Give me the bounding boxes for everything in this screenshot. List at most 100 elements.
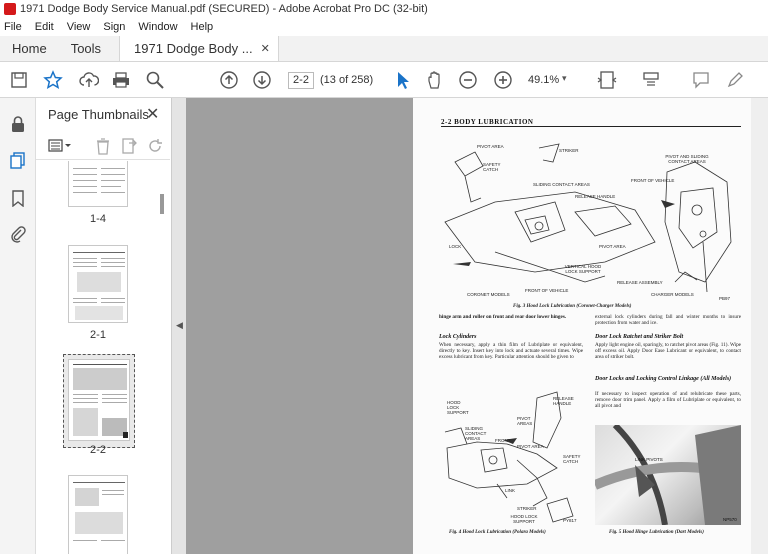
tab-bar: Home Tools 1971 Dodge Body ... ✕ [0, 36, 768, 62]
fig4-label-code: PY817 [563, 518, 577, 523]
bookmarks-icon[interactable] [8, 188, 28, 208]
pen-icon[interactable] [724, 69, 746, 91]
thumbnail-list: 1-4 2-1 2-2 [36, 161, 158, 554]
acrobat-app-icon [4, 3, 16, 15]
menu-bar: File Edit View Sign Window Help [0, 18, 768, 36]
menu-help[interactable]: Help [191, 21, 214, 33]
fig4-label-front: FRONT [495, 438, 511, 443]
fig5-label-code: NP570 [723, 517, 737, 522]
thumbnail-scrollbar[interactable] [160, 194, 164, 214]
fig3-label-pivot-area-2: PIVOT AREA [599, 244, 626, 249]
save-icon[interactable] [8, 69, 30, 91]
lock-cylinders-text: When necessary, apply a thin film of Lub… [439, 342, 583, 361]
menu-window[interactable]: Window [138, 21, 177, 33]
select-arrow-icon[interactable] [392, 69, 414, 91]
fig3-label-front-of-vehicle: FRONT OF VEHICLE [525, 288, 569, 293]
page-down-icon[interactable] [251, 69, 273, 91]
hinge-paragraph: hinge arm and roller on front and rear d… [439, 314, 567, 320]
fig4-label-safety-catch: SAFETY CATCH [563, 454, 581, 464]
search-icon[interactable] [144, 69, 166, 91]
left-rail [0, 98, 36, 554]
fig3-label-lock: LOCK [449, 244, 462, 249]
menu-file[interactable]: File [4, 21, 22, 33]
bookmark-star-icon[interactable] [42, 69, 64, 91]
fig4-label-sliding-contact: SLIDING CONTACT AREAS [465, 426, 487, 441]
tab-home[interactable]: Home [0, 36, 59, 61]
fig3-label-code: PB97 [719, 296, 731, 301]
thumbnail-label: 2-2 [90, 444, 106, 456]
page-heading: 2-2 BODY LUBRICATION [441, 118, 534, 126]
fig4-label-hood-lock-support-2: HOOD LOCK SUPPORT [510, 514, 538, 524]
menu-edit[interactable]: Edit [35, 21, 54, 33]
fig4-label-link: LINK [505, 488, 516, 493]
right-column-paragraph: external lock cylinders during fall and … [595, 314, 741, 327]
fig3-label-charger-models: CHARGER MODELS [651, 292, 694, 297]
extract-page-icon[interactable] [120, 137, 138, 155]
fig5-label-link-pivots: LINK PIVOTS [635, 457, 663, 462]
page-up-icon[interactable] [218, 69, 240, 91]
fig3-label-sliding-contact: SLIDING CONTACT AREAS [533, 182, 590, 187]
window-title: 1971 Dodge Body Service Manual.pdf (SECU… [20, 3, 428, 15]
thumbnail-page-2-1[interactable] [68, 245, 128, 323]
tab-close-icon[interactable]: ✕ [261, 42, 270, 55]
rotate-page-icon[interactable] [146, 137, 164, 155]
thumbnail-label: 2-1 [90, 329, 106, 341]
door-locks-linkage-text: If necessary to inspect operation of and… [595, 391, 741, 410]
tab-tools[interactable]: Tools [59, 36, 113, 61]
document-page: 2-2 BODY LUBRICATION PIVOT AREA STRIKER … [413, 98, 751, 554]
fig4-label-hood-lock-support: HOOD LOCK SUPPORT [447, 400, 469, 415]
thumbnail-page-2-2[interactable] [68, 359, 130, 441]
attachments-icon[interactable] [8, 224, 28, 244]
panel-close-icon[interactable]: ✕ [146, 104, 159, 124]
door-lock-ratchet-heading: Door Lock Ratchet and Striker Bolt [595, 334, 684, 340]
scroll-mode-icon[interactable] [640, 69, 662, 91]
thumbnail-page-2-3[interactable] [68, 475, 128, 554]
fig3-label-pivot-sliding-contact: PIVOT AND SLIDING CONTACT AREAS [665, 154, 709, 164]
panel-collapse-handle[interactable]: ◀ [172, 98, 186, 554]
print-icon[interactable] [110, 69, 132, 91]
fig3-label-release-assembly: RELEASE ASSEMBLY [617, 280, 663, 285]
menu-view[interactable]: View [67, 21, 91, 33]
comment-icon[interactable] [690, 69, 712, 91]
delete-page-icon[interactable] [94, 137, 112, 155]
page-thumbnails-icon[interactable] [8, 150, 28, 170]
page-number-input[interactable]: 2-2 [288, 72, 314, 89]
thumbnail-options-icon[interactable] [48, 137, 74, 155]
fig4-caption: Fig. 4 Hood Lock Lubrication (Polara Mod… [449, 530, 546, 535]
tab-document[interactable]: 1971 Dodge Body ... ✕ [119, 36, 279, 61]
page-thumbnails-panel: Page Thumbnails ✕ 1-4 2-1 2-2 [36, 98, 172, 554]
zoom-out-icon[interactable] [457, 69, 479, 91]
main-toolbar: 2-2 (13 of 258) 49.1% ▾ [0, 62, 768, 98]
fig4-label-pivot-areas: PIVOT AREAS [517, 416, 533, 426]
fig4-label-release-handle: RELEASE HANDLE [553, 396, 574, 406]
hand-icon[interactable] [424, 69, 446, 91]
panel-toolbar [36, 132, 170, 160]
lock-cylinders-heading: Lock Cylinders [439, 334, 477, 340]
zoom-dropdown-icon[interactable]: ▾ [562, 73, 567, 84]
fit-page-icon[interactable] [596, 69, 618, 91]
page-count: (13 of 258) [320, 74, 374, 86]
tab-document-label: 1971 Dodge Body ... [134, 41, 253, 56]
title-bar: 1971 Dodge Body Service Manual.pdf (SECU… [0, 0, 768, 18]
door-locks-linkage-heading: Door Locks and Locking Control Linkage (… [595, 376, 732, 382]
right-gutter [751, 98, 768, 554]
fig3-label-coronet-models: CORONET MODELS [467, 292, 510, 297]
upload-icon[interactable] [78, 69, 100, 91]
fig4-label-striker: STRIKER [517, 506, 537, 511]
fig3-label-release-handle: RELEASE HANDLE [575, 194, 616, 199]
document-view[interactable]: 2-2 BODY LUBRICATION PIVOT AREA STRIKER … [186, 98, 768, 554]
door-lock-ratchet-text: Apply light engine oil, sparingly, to ra… [595, 342, 741, 361]
panel-title: Page Thumbnails [48, 107, 149, 122]
fig3-label-pivot-area: PIVOT AREA [477, 144, 504, 149]
fig3-label-front-of-vehicle-2: FRONT OF VEHICLE [631, 178, 675, 183]
menu-sign[interactable]: Sign [103, 21, 125, 33]
tab-home-label: Home [12, 41, 47, 56]
thumbnail-page-1-4[interactable] [68, 161, 128, 207]
zoom-value[interactable]: 49.1% [528, 74, 559, 86]
thumbnail-label: 1-4 [90, 213, 106, 225]
zoom-in-icon[interactable] [492, 69, 514, 91]
fig3-label-safety-catch: SAFETY CATCH [483, 162, 501, 172]
collapse-arrow-icon[interactable]: ◀ [176, 320, 183, 331]
lock-icon[interactable] [8, 114, 28, 134]
fig4-label-pivot-area: PIVOT AREA [517, 444, 544, 449]
